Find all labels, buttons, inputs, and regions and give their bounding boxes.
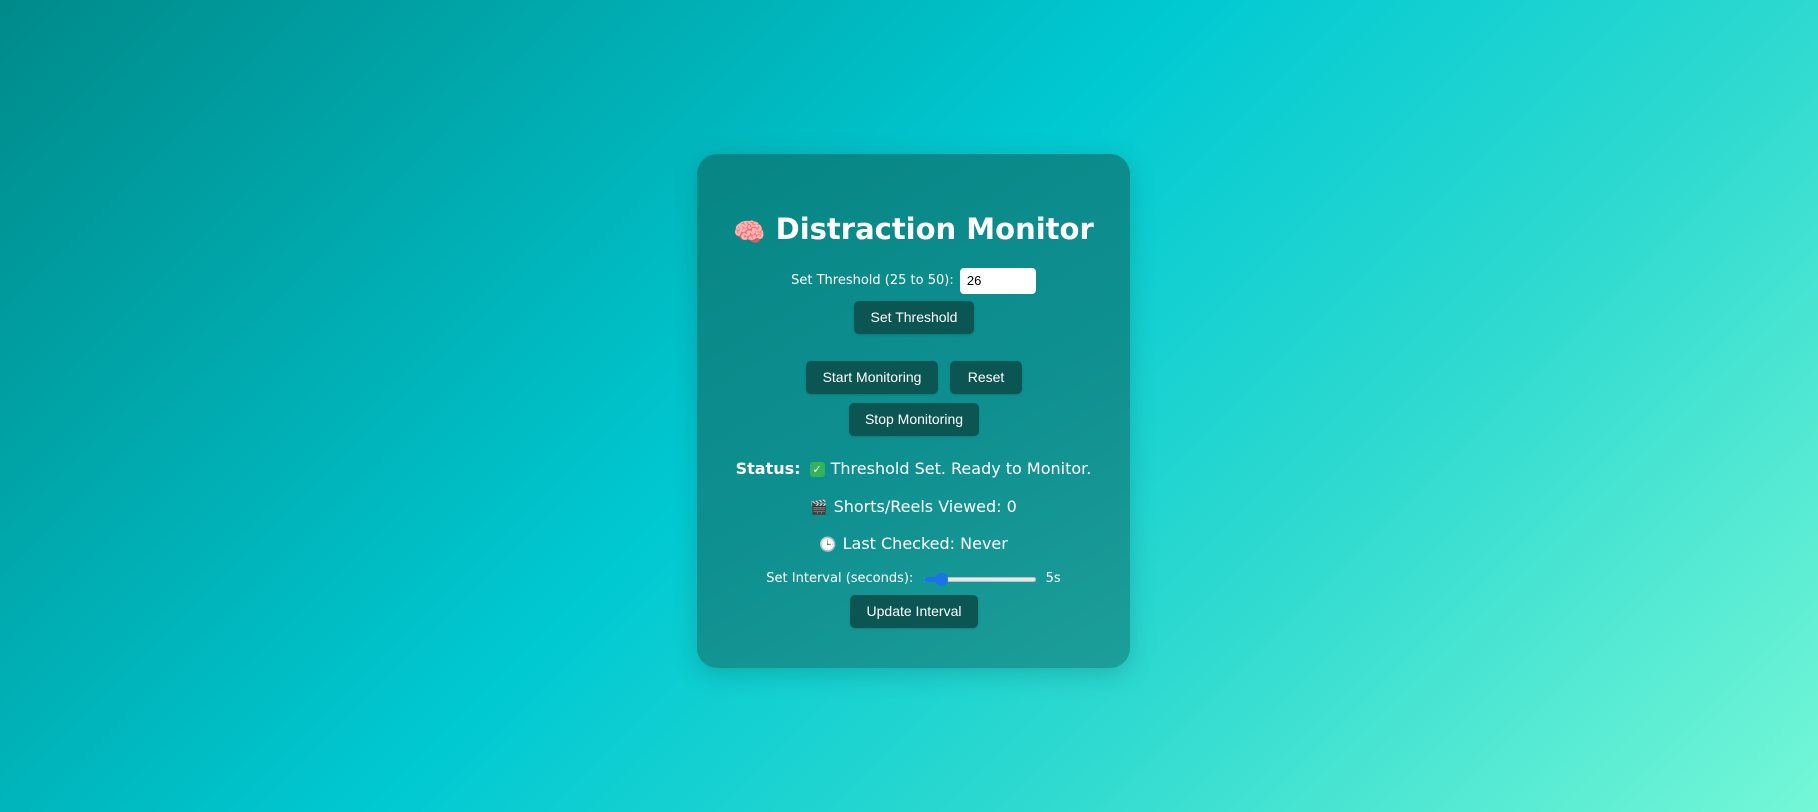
set-threshold-button[interactable]: Set Threshold	[854, 301, 974, 334]
interval-slider[interactable]	[923, 572, 1036, 586]
status-label: Status:	[735, 459, 801, 478]
update-interval-button[interactable]: Update Interval	[850, 595, 978, 628]
brain-icon: 🧠	[733, 218, 766, 248]
start-monitoring-button[interactable]: Start Monitoring	[806, 361, 938, 394]
monitor-card: 🧠 Distraction Monitor Set Threshold (25 t…	[697, 154, 1130, 668]
threshold-row: Set Threshold (25 to 50):	[697, 266, 1130, 296]
clapper-icon: 🎬	[810, 500, 828, 516]
status-line: Status: ✓ Threshold Set. Ready to Monitor…	[697, 458, 1130, 480]
shorts-count-line: 🎬 Shorts/Reels Viewed: 0	[697, 496, 1130, 519]
threshold-label: Set Threshold (25 to 50):	[791, 273, 954, 288]
clock-icon: 🕒	[819, 537, 837, 553]
stop-monitoring-button[interactable]: Stop Monitoring	[849, 403, 979, 436]
last-checked-text: Last Checked: Never	[842, 534, 1008, 553]
status-text: Threshold Set. Ready to Monitor.	[830, 459, 1092, 478]
interval-row: Set Interval (seconds): 5s	[697, 568, 1130, 590]
slider-thumb[interactable]	[935, 572, 949, 586]
shorts-count-text: Shorts/Reels Viewed: 0	[833, 497, 1017, 516]
page-title: 🧠 Distraction Monitor	[697, 210, 1130, 252]
interval-label: Set Interval (seconds):	[766, 571, 914, 586]
threshold-input[interactable]	[959, 267, 1036, 294]
last-checked-line: 🕒 Last Checked: Never	[697, 533, 1130, 556]
check-icon: ✓	[809, 462, 825, 477]
interval-value: 5s	[1045, 571, 1061, 586]
page-title-text: Distraction Monitor	[775, 212, 1094, 246]
reset-button[interactable]: Reset	[950, 361, 1022, 394]
